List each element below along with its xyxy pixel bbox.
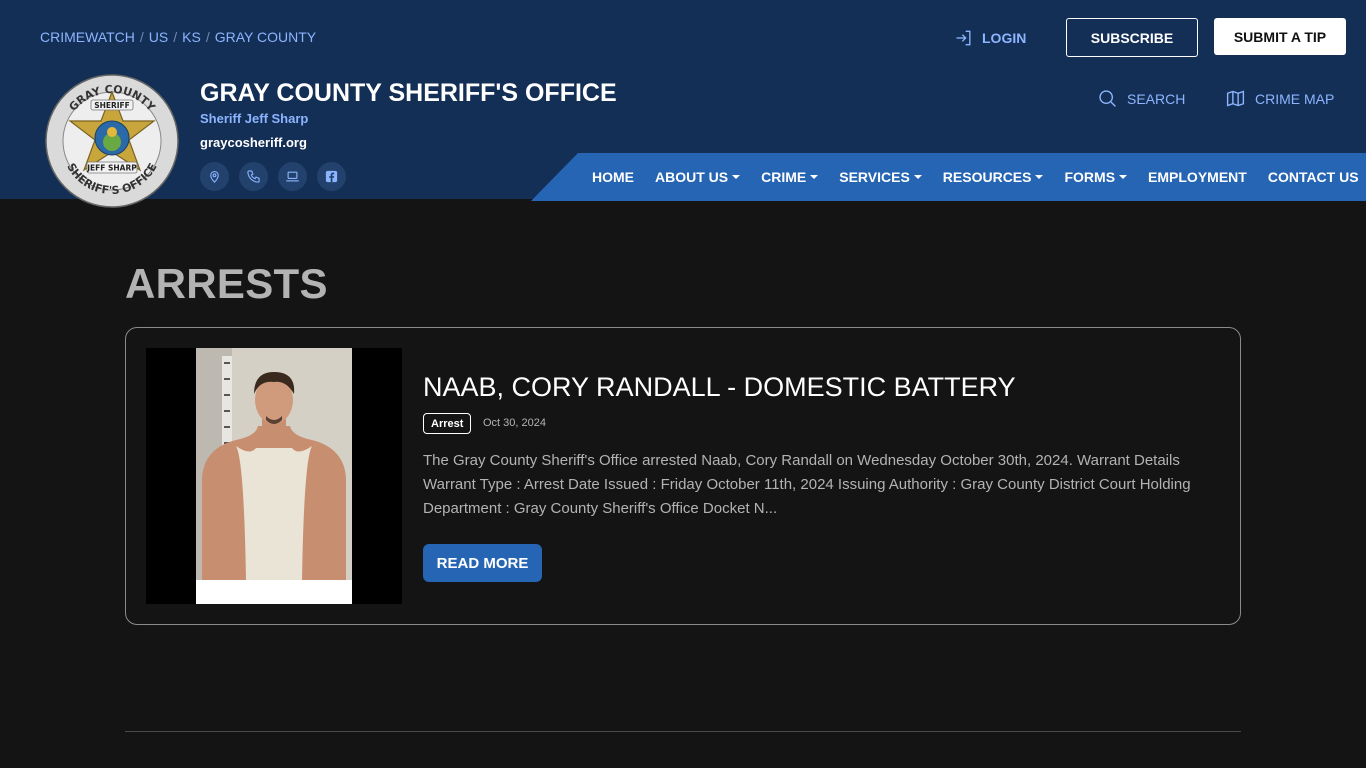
breadcrumb-gray-county[interactable]: GRAY COUNTY (215, 29, 316, 45)
location-icon (210, 170, 219, 183)
mugshot-image (196, 348, 352, 604)
nav-crime[interactable]: CRIME (761, 169, 819, 185)
nav-home[interactable]: HOME (592, 169, 634, 185)
breadcrumb-us[interactable]: US (149, 29, 168, 45)
org-website[interactable]: graycosheriff.org (200, 135, 307, 150)
nav-label: EMPLOYMENT (1148, 169, 1247, 185)
search-link[interactable]: SEARCH (1097, 88, 1185, 109)
crime-map-label: CRIME MAP (1255, 90, 1335, 107)
nav-label: RESOURCES (942, 169, 1032, 185)
crime-map-link[interactable]: CRIME MAP (1225, 88, 1334, 109)
breadcrumb-separator: / (173, 29, 178, 45)
nav-label: SERVICES (839, 169, 910, 185)
seal-badge-top: SHERIFF (94, 101, 130, 110)
login-label: LOGIN (982, 30, 1027, 46)
arrest-post-card: NAAB, CORY RANDALL - DOMESTIC BATTERY Ar… (125, 327, 1241, 625)
page-title: ARRESTS (125, 260, 328, 307)
nav-label: FORMS (1064, 169, 1116, 185)
nav-services[interactable]: SERVICES (839, 169, 922, 185)
post-title[interactable]: NAAB, CORY RANDALL - DOMESTIC BATTERY (423, 372, 1016, 403)
nav-label: CRIME (761, 169, 807, 185)
login-link[interactable]: LOGIN (954, 27, 1026, 49)
breadcrumb-separator: / (205, 29, 210, 45)
breadcrumb-separator: / (139, 29, 144, 45)
nav-forms[interactable]: FORMS (1064, 169, 1128, 185)
search-icon (1099, 90, 1116, 107)
nav-label: CONTACT US (1267, 169, 1359, 185)
caret-down-icon (1119, 175, 1128, 179)
facebook-button[interactable] (317, 162, 346, 191)
nav-label: HOME (592, 169, 634, 185)
main-nav: HOME ABOUT US CRIME SERVICES RESOURCES F… (592, 153, 1359, 201)
sheriff-name: Sheriff Jeff Sharp (200, 111, 309, 126)
submit-tip-button[interactable]: SUBMIT A TIP (1214, 18, 1346, 55)
contact-icons (200, 162, 346, 191)
caret-down-icon (1035, 175, 1044, 179)
post-thumbnail[interactable] (146, 348, 402, 604)
facebook-icon (325, 170, 338, 183)
content-divider (125, 731, 1241, 732)
phone-button[interactable] (239, 162, 268, 191)
nav-employment[interactable]: EMPLOYMENT (1148, 169, 1247, 185)
breadcrumb: CRIMEWATCH / US / KS / GRAY COUNTY (40, 29, 316, 45)
org-title[interactable]: GRAY COUNTY SHERIFF'S OFFICE (200, 79, 617, 108)
caret-down-icon (732, 175, 741, 179)
nav-resources[interactable]: RESOURCES (943, 169, 1044, 185)
nav-about-us[interactable]: ABOUT US (655, 169, 741, 185)
location-button[interactable] (200, 162, 229, 191)
subscribe-button[interactable]: SUBSCRIBE (1066, 18, 1198, 57)
phone-icon (247, 170, 260, 183)
login-icon (956, 30, 971, 46)
post-date: Oct 30, 2024 (483, 417, 546, 429)
post-excerpt: The Gray County Sheriff's Office arreste… (423, 452, 1191, 517)
nav-contact-us[interactable]: CONTACT US (1268, 169, 1359, 185)
website-button[interactable] (278, 162, 307, 191)
caret-down-icon (913, 175, 922, 179)
caret-down-icon (810, 175, 819, 179)
laptop-icon (286, 171, 299, 182)
search-label: SEARCH (1127, 90, 1186, 107)
nav-label: ABOUT US (655, 169, 729, 185)
category-badge[interactable]: Arrest (423, 413, 472, 434)
breadcrumb-crimewatch[interactable]: CRIMEWATCH (40, 29, 135, 45)
map-icon (1226, 90, 1245, 107)
seal-badge-bottom: JEFF SHARP (86, 164, 137, 173)
breadcrumb-ks[interactable]: KS (182, 29, 201, 45)
read-more-button[interactable]: READ MORE (423, 544, 542, 582)
sheriff-seal-logo[interactable]: GRAY COUNTY SHERIFF'S OFFICE SHERIFF JEF… (45, 74, 179, 208)
